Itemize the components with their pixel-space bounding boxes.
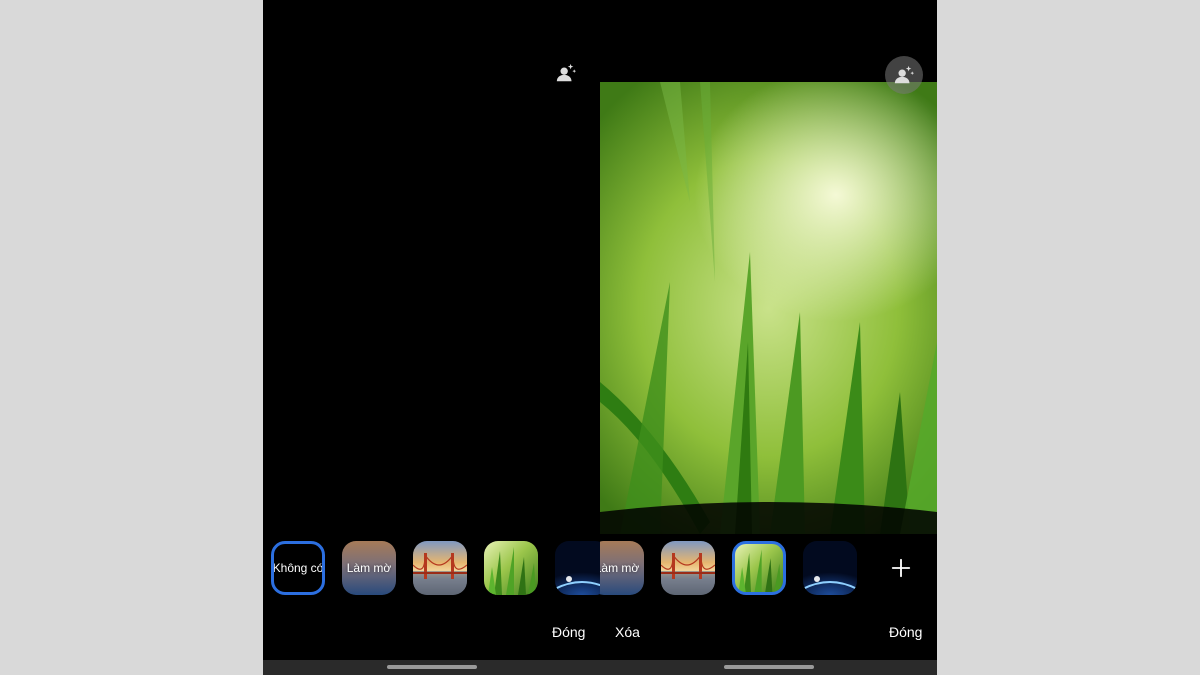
left-screen: Không có Làm mờ Đóng <box>263 0 600 675</box>
option-none[interactable]: Không có <box>271 541 325 595</box>
option-blur[interactable]: Làm mờ <box>600 541 644 595</box>
left-close-button[interactable]: Đóng <box>552 624 585 640</box>
left-background-tray: Không có Làm mờ <box>263 541 600 597</box>
earth-thumbnail-art <box>555 576 600 591</box>
option-grass-image[interactable] <box>732 541 786 595</box>
bridge-thumbnail-art <box>661 553 715 595</box>
right-close-button[interactable]: Đóng <box>889 624 922 640</box>
grass-thumbnail-art <box>738 549 782 592</box>
option-bridge-image[interactable] <box>413 541 467 595</box>
plus-icon <box>891 558 911 578</box>
background-effect-button[interactable] <box>551 58 581 88</box>
option-bridge-image[interactable] <box>661 541 715 595</box>
option-label: Làm mờ <box>600 561 640 575</box>
right-screen: Làm mờ <box>600 0 937 675</box>
grass-thumbnail-art <box>488 547 536 595</box>
grass-preview-art <box>600 82 937 534</box>
person-sparkle-icon <box>894 65 915 84</box>
bridge-thumbnail-art <box>413 553 467 595</box>
option-earth-image[interactable] <box>555 541 600 595</box>
left-navigation-bar <box>263 660 600 675</box>
home-gesture-pill[interactable] <box>387 665 477 669</box>
earth-thumbnail-art <box>803 576 857 591</box>
right-navigation-bar <box>600 660 937 675</box>
option-grass-image[interactable] <box>484 541 538 595</box>
person-sparkle-icon <box>556 63 577 82</box>
add-background-button[interactable] <box>886 553 916 583</box>
option-label: Làm mờ <box>346 561 392 575</box>
option-earth-image[interactable] <box>803 541 857 595</box>
background-preview-grass <box>600 82 937 534</box>
phone-frame: Không có Làm mờ Đóng àm mờ Xóa Đóng <box>263 0 937 675</box>
background-effect-button[interactable] <box>885 56 923 94</box>
home-gesture-pill[interactable] <box>724 665 814 669</box>
delete-button[interactable]: Xóa <box>615 624 640 640</box>
option-label: Không có <box>272 561 324 575</box>
right-background-tray: Làm mờ <box>600 541 937 597</box>
option-blur[interactable]: Làm mờ <box>342 541 396 595</box>
